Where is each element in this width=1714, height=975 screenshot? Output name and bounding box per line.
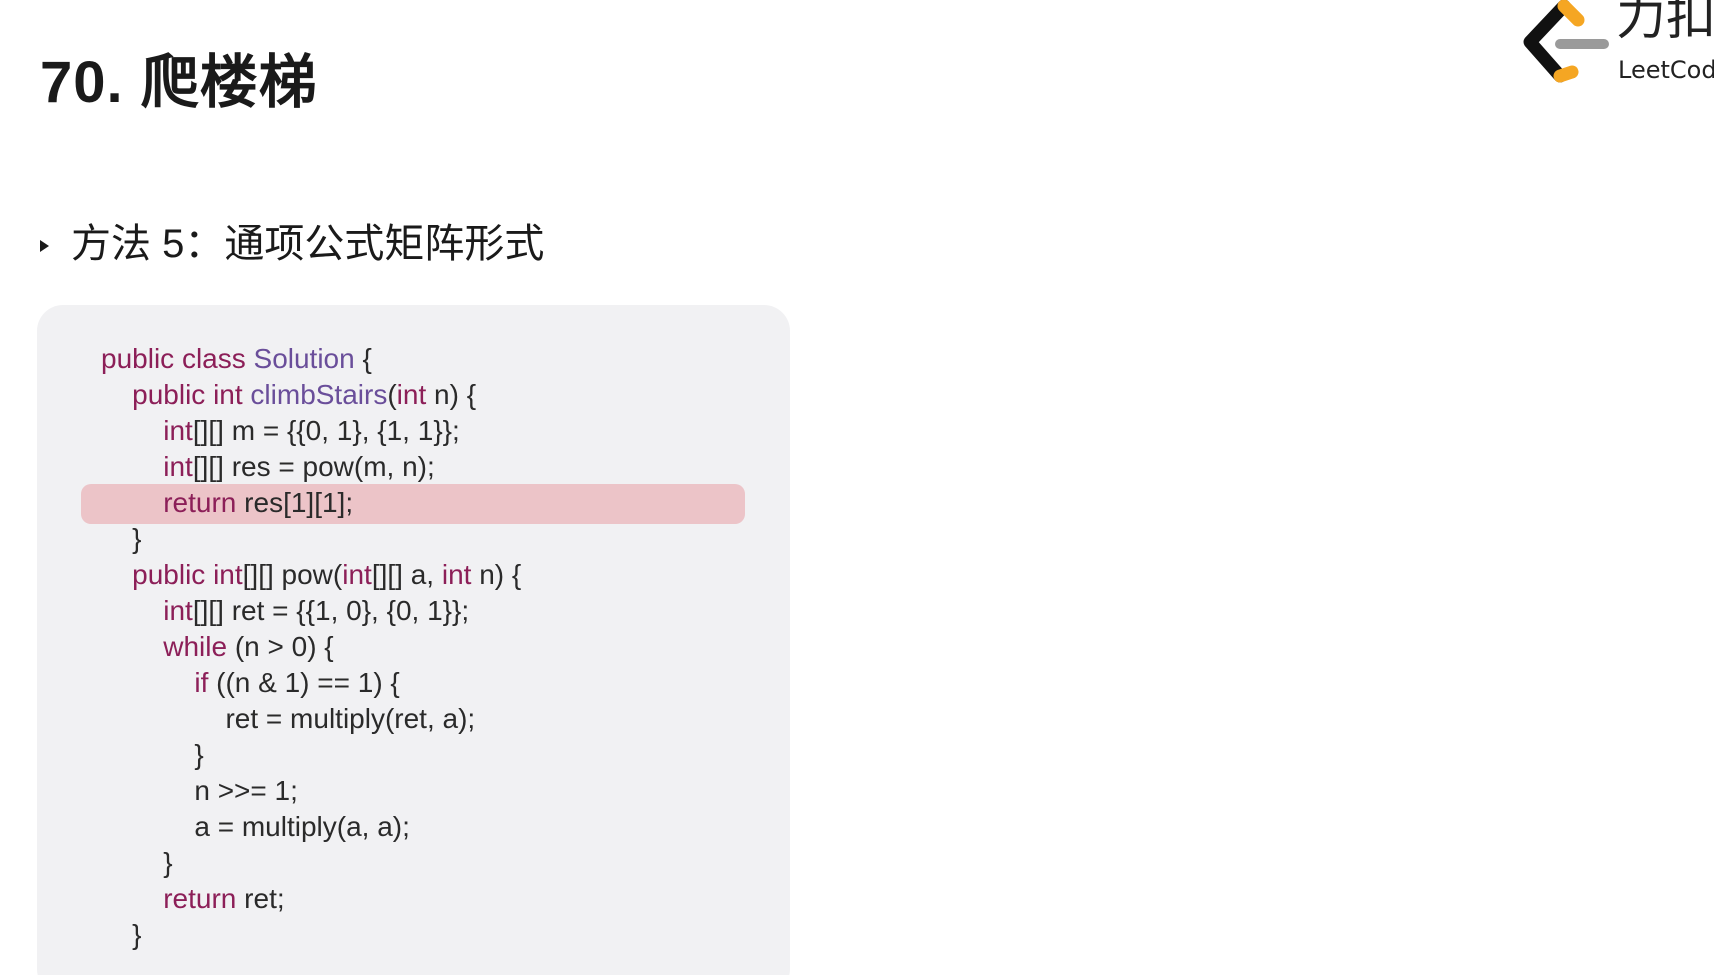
code-text: ret; bbox=[236, 883, 285, 914]
code-text: } bbox=[101, 739, 204, 770]
code-line: int[][] m = {{0, 1}, {1, 1}}; bbox=[101, 413, 521, 449]
code-line: } bbox=[101, 521, 521, 557]
method-heading: 方法 5：通项公式矩阵形式 bbox=[40, 220, 544, 268]
code-identifier: Solution bbox=[253, 343, 355, 374]
code-keyword: int bbox=[396, 379, 427, 410]
code-keyword: int bbox=[163, 415, 193, 446]
code-line: public class Solution { bbox=[101, 341, 521, 377]
code-text: (n > 0) { bbox=[227, 631, 334, 662]
code-text: } bbox=[101, 919, 142, 950]
code-text: n) { bbox=[471, 559, 522, 590]
code-line: return res[1][1]; bbox=[101, 485, 521, 521]
logo-chinese-text: 力扣 bbox=[1616, 0, 1714, 46]
code-line: ret = multiply(ret, a); bbox=[101, 701, 521, 737]
logo-english-text: LeetCode bbox=[1618, 56, 1714, 84]
code-text: [][] pow( bbox=[242, 559, 343, 590]
code-keyword: return bbox=[163, 883, 237, 914]
code-text: } bbox=[101, 523, 142, 554]
code-line: } bbox=[101, 845, 521, 881]
code-keyword: int bbox=[441, 559, 472, 590]
code-line: public int climbStairs(int n) { bbox=[101, 377, 521, 413]
code-line: int[][] ret = {{1, 0}, {0, 1}}; bbox=[101, 593, 521, 629]
code-identifier: climbStairs bbox=[250, 379, 388, 410]
slide: 70. 爬楼梯 力扣 LeetCode 方法 5：通项公式矩阵形式 public… bbox=[0, 0, 1714, 975]
code-line: return ret; bbox=[101, 881, 521, 917]
code-keyword: int bbox=[342, 559, 372, 590]
leetcode-logo-icon bbox=[1523, 0, 1609, 83]
code-keyword: int bbox=[163, 595, 193, 626]
code-line: a = multiply(a, a); bbox=[101, 809, 521, 845]
code-keyword: while bbox=[163, 631, 228, 662]
code-keyword: public int bbox=[132, 559, 243, 590]
code-text: { bbox=[354, 343, 372, 374]
code-text: n >>= 1; bbox=[101, 775, 298, 806]
code-text: [][] a, bbox=[371, 559, 442, 590]
code-keyword: public int bbox=[132, 379, 251, 410]
code-text: [][] ret = {{1, 0}, {0, 1}}; bbox=[192, 595, 470, 626]
code-keyword: public class bbox=[101, 343, 254, 374]
code-line: while (n > 0) { bbox=[101, 629, 521, 665]
code-line: } bbox=[101, 917, 521, 953]
leetcode-logo: 力扣 LeetCode bbox=[1520, 0, 1714, 92]
code-line: int[][] res = pow(m, n); bbox=[101, 449, 521, 485]
code-text: [][] m = {{0, 1}, {1, 1}}; bbox=[192, 415, 460, 446]
code-keyword: if bbox=[194, 667, 209, 698]
method-label: 方法 5：通项公式矩阵形式 bbox=[71, 222, 545, 266]
code-text: ((n & 1) == 1) { bbox=[208, 667, 400, 698]
code-keyword: return bbox=[163, 487, 237, 518]
bullet-triangle-icon bbox=[40, 240, 49, 252]
code-keyword: int bbox=[163, 451, 193, 482]
page-title: 70. 爬楼梯 bbox=[40, 50, 318, 115]
code-text: ( bbox=[387, 379, 397, 410]
code-text: res[1][1]; bbox=[236, 487, 354, 518]
code-text: n) { bbox=[426, 379, 477, 410]
code-line: n >>= 1; bbox=[101, 773, 521, 809]
code-text: ret = multiply(ret, a); bbox=[101, 703, 476, 734]
code-block: public class Solution { public int climb… bbox=[101, 341, 521, 953]
code-text: } bbox=[101, 847, 173, 878]
code-line: public int[][] pow(int[][] a, int n) { bbox=[101, 557, 521, 593]
code-text: [][] res = pow(m, n); bbox=[192, 451, 435, 482]
code-line: if ((n & 1) == 1) { bbox=[101, 665, 521, 701]
code-line: } bbox=[101, 737, 521, 773]
code-text: a = multiply(a, a); bbox=[101, 811, 410, 842]
